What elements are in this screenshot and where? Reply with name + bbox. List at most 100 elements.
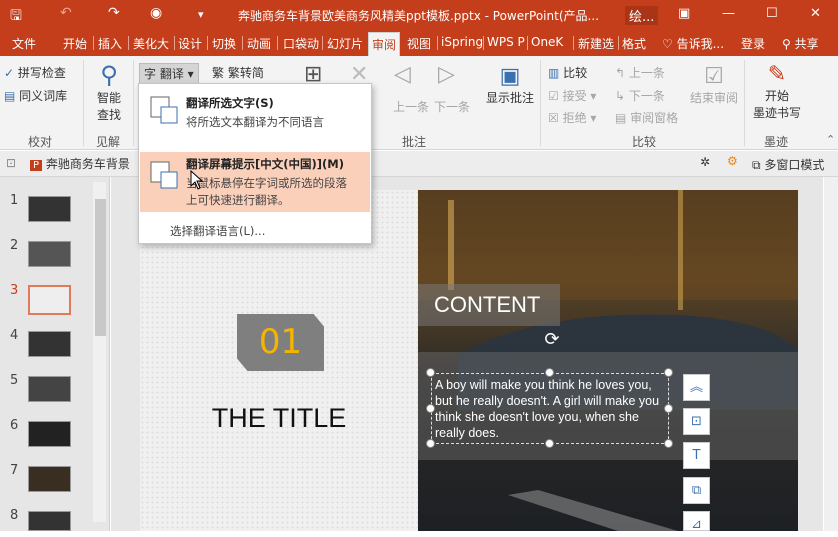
share-button[interactable]: ⚲ 共享 bbox=[782, 35, 819, 52]
slide-thumbnail[interactable] bbox=[28, 466, 71, 492]
translate-selected-text-item[interactable]: 翻译所选文字(S) 将所选文本翻译为不同语言 bbox=[140, 88, 370, 140]
tab-review[interactable]: 审阅 bbox=[368, 32, 401, 56]
redo-icon[interactable]: ↷ bbox=[108, 5, 120, 21]
tab-slideshow[interactable]: 幻灯片 bbox=[327, 35, 363, 52]
text-format-icon[interactable]: T bbox=[683, 442, 710, 469]
trad-to-simp-button[interactable]: 繁 繁转简 bbox=[212, 64, 264, 81]
pin-icon[interactable]: ⊡ bbox=[6, 156, 16, 170]
slide-title[interactable]: THE TITLE bbox=[140, 403, 418, 434]
tab-ispring[interactable]: iSpring bbox=[441, 35, 483, 49]
choose-translation-language-item[interactable]: 选择翻译语言(L)... bbox=[170, 223, 265, 239]
tab-wps[interactable]: WPS P bbox=[487, 35, 525, 49]
convert-icon: 繁 bbox=[212, 66, 225, 80]
tab-home[interactable]: 开始 bbox=[63, 35, 87, 52]
number-badge[interactable]: 01 bbox=[237, 314, 324, 371]
tab-pocket-animation[interactable]: 口袋动 bbox=[283, 35, 319, 52]
settings-gear-icon[interactable]: ⚙ bbox=[727, 154, 738, 168]
thesaurus-button[interactable]: ▤ 同义词库 bbox=[4, 87, 67, 104]
shape-styles-icon[interactable]: ⊡ bbox=[683, 408, 710, 435]
slide-thumbnail[interactable] bbox=[28, 331, 71, 357]
crop-icon[interactable]: ⊿ bbox=[683, 511, 710, 532]
save-icon[interactable]: 🖫 bbox=[10, 5, 22, 29]
content-label-box[interactable]: CONTENT bbox=[418, 284, 560, 326]
body-textbox[interactable]: A boy will make you think he loves you, … bbox=[431, 373, 669, 444]
resize-handle[interactable] bbox=[545, 439, 554, 448]
tab-file[interactable]: 文件 bbox=[12, 35, 36, 52]
group-comments: 批注 bbox=[402, 135, 427, 149]
translate-button[interactable]: 字 翻译 ▾ bbox=[139, 63, 199, 84]
maximize-button[interactable]: ☐ bbox=[766, 6, 778, 21]
book-icon: ▤ bbox=[4, 89, 20, 103]
present-icon[interactable]: ◉ bbox=[150, 5, 162, 21]
slide-thumbnail[interactable] bbox=[28, 376, 71, 402]
resize-handle[interactable] bbox=[426, 404, 435, 413]
tools-icon[interactable]: ✲ bbox=[700, 155, 710, 169]
rotate-handle-icon[interactable]: ⟳ bbox=[542, 330, 562, 350]
minimize-button[interactable]: — bbox=[722, 6, 735, 21]
slide-thumbnail[interactable] bbox=[28, 421, 71, 447]
group-ink: 墨迹 bbox=[764, 135, 789, 149]
resize-handle[interactable] bbox=[545, 368, 554, 377]
person-icon: ⚲ bbox=[782, 37, 795, 51]
tab-beautify[interactable]: 美化大 bbox=[133, 35, 169, 52]
tab-transitions[interactable]: 切换 bbox=[212, 35, 236, 52]
undo-icon[interactable]: ↶ bbox=[60, 5, 72, 21]
document-tab-bar: ⊡ P 奔驰商务车背景 ✲ ⚙ ⧉ 多窗口模式 bbox=[0, 151, 838, 177]
ribbon-options-icon[interactable]: ▣ bbox=[678, 6, 690, 21]
customize-toolbar-icon[interactable]: ▾ bbox=[198, 8, 204, 21]
tab-view[interactable]: 视图 bbox=[407, 35, 431, 52]
tab-onekey[interactable]: OneK bbox=[531, 35, 563, 49]
resize-handle[interactable] bbox=[664, 368, 673, 377]
group-insights: 见解 bbox=[96, 135, 121, 149]
tab-design[interactable]: 设计 bbox=[178, 35, 202, 52]
login-link[interactable]: 登录 bbox=[741, 35, 765, 52]
thumbnail-number: 7 bbox=[10, 463, 19, 478]
next-change-button: ↳ 下一条 bbox=[615, 89, 665, 103]
resize-handle[interactable] bbox=[664, 439, 673, 448]
smart-lookup-button[interactable]: ⚲ 智能 查找 bbox=[94, 61, 124, 123]
layout-options-icon[interactable]: ︽ bbox=[683, 374, 710, 401]
magnifier-icon: ⚲ bbox=[100, 61, 118, 89]
translate-dropdown-menu: 翻译所选文字(S) 将所选文本翻译为不同语言 翻译屏幕提示[中文(中国)](M)… bbox=[138, 83, 372, 244]
arrange-icon[interactable]: ⧉ bbox=[683, 477, 710, 504]
compare-button[interactable]: ▥ 比较 bbox=[548, 64, 587, 81]
translate-screentip-item[interactable]: 翻译屏幕提示[中文(中国)](M) 当鼠标悬停在字词或所选的段落 上可快速进行翻… bbox=[140, 152, 370, 212]
mouse-cursor-icon bbox=[190, 170, 204, 190]
next-comment-button: 下一条 bbox=[434, 100, 471, 114]
thumbnail-scroll-thumb[interactable] bbox=[95, 199, 106, 336]
document-tab[interactable]: P 奔驰商务车背景 bbox=[30, 155, 130, 172]
collapse-ribbon-icon[interactable]: ⌃ bbox=[826, 133, 835, 146]
slide-thumbnail-selected[interactable] bbox=[28, 285, 71, 315]
slide-thumbnail[interactable] bbox=[28, 511, 71, 531]
accept-icon: ☑ bbox=[548, 89, 563, 103]
thumbnail-number: 5 bbox=[10, 373, 19, 388]
tab-format[interactable]: 格式 bbox=[622, 35, 646, 52]
review-pane-button: ▤ 审阅窗格 bbox=[615, 111, 679, 125]
canvas-scrollbar[interactable] bbox=[824, 177, 838, 531]
tab-new-select[interactable]: 新建选 bbox=[578, 35, 614, 52]
tell-me-box[interactable]: ♡ 告诉我... bbox=[662, 35, 724, 52]
ppt-icon: P bbox=[30, 160, 43, 171]
slide-thumbnail[interactable] bbox=[28, 241, 71, 267]
multi-window-button[interactable]: ⧉ 多窗口模式 bbox=[752, 156, 824, 173]
start-inking-button[interactable]: ✎ 开始 墨迹书写 bbox=[750, 62, 804, 121]
title-bar: 🖫 ↶ ↷ ◉ ▾ 奔驰商务车背景欧美商务风精美ppt模板.pptx - Pow… bbox=[0, 0, 838, 30]
show-comments-button[interactable]: ▣ 显示批注 bbox=[484, 64, 536, 106]
context-tab-label[interactable]: 绘... bbox=[625, 6, 659, 25]
slide-thumbnail[interactable] bbox=[28, 196, 71, 222]
reject-button: ☒ 拒绝 ▾ bbox=[548, 111, 597, 125]
prev-comment-button: 上一条 bbox=[393, 100, 430, 114]
tab-animations[interactable]: 动画 bbox=[247, 35, 271, 52]
end-review-icon: ☑ bbox=[704, 64, 724, 89]
lightbulb-icon: ♡ bbox=[662, 37, 677, 51]
resize-handle[interactable] bbox=[426, 368, 435, 377]
group-compare: 比较 bbox=[632, 135, 657, 149]
window-title: 奔驰商务车背景欧美商务风精美ppt模板.pptx - PowerPoint(产品… bbox=[238, 9, 599, 23]
resize-handle[interactable] bbox=[664, 404, 673, 413]
tab-insert[interactable]: 插入 bbox=[98, 35, 122, 52]
compare-icon: ▥ bbox=[548, 66, 564, 80]
thumbnail-number: 8 bbox=[10, 508, 19, 523]
spell-check-button[interactable]: ✓ 拼写检查 bbox=[4, 64, 66, 81]
close-button[interactable]: ✕ bbox=[810, 6, 821, 21]
resize-handle[interactable] bbox=[426, 439, 435, 448]
